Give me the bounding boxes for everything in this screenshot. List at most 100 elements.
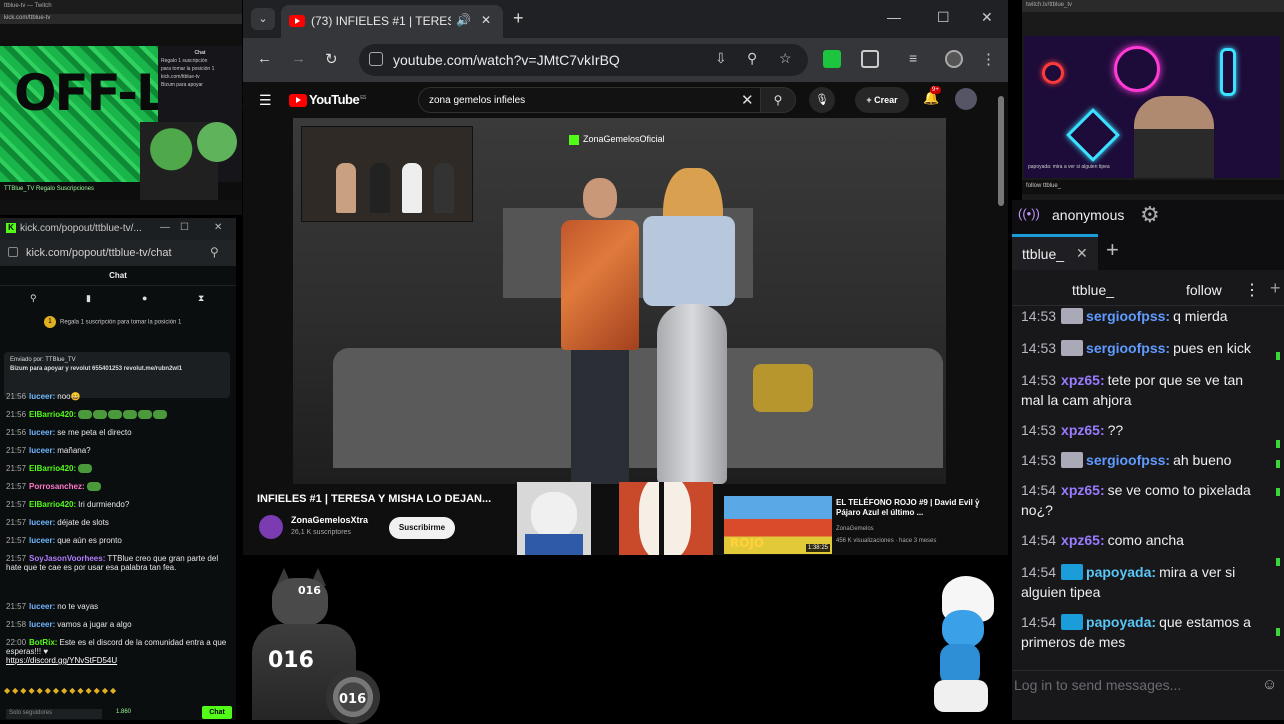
maximize-button[interactable]: ☐: [180, 222, 189, 233]
chat-input[interactable]: Log in to send messages... ☺: [1012, 670, 1284, 700]
chat-bubble-icon[interactable]: ●: [142, 293, 147, 303]
recommended-title[interactable]: EL TELÉFONO ROJO #9 | David Evil y Pájar…: [836, 498, 986, 518]
message-username[interactable]: xpz65:: [1061, 532, 1105, 548]
emote-bar[interactable]: ◆◆◆◆◆◆◆◆◆◆◆◆◆◆: [4, 686, 118, 695]
message-username[interactable]: sergioofpss:: [1086, 452, 1170, 468]
reading-list-icon[interactable]: ≡: [909, 50, 927, 68]
account-avatar[interactable]: [955, 88, 977, 110]
pin-icon[interactable]: ⚲: [30, 293, 37, 304]
message-username[interactable]: sergioofpss:: [1086, 340, 1170, 356]
back-arrow-icon[interactable]: ←: [257, 50, 272, 67]
bookmark-star-icon[interactable]: ☆: [779, 50, 792, 67]
profile-avatar[interactable]: [945, 50, 963, 68]
search-query[interactable]: zona gemelos infieles: [429, 95, 525, 106]
new-tab-button[interactable]: +: [513, 8, 524, 29]
tab-close-icon[interactable]: ✕: [481, 13, 491, 27]
kebab-menu-icon[interactable]: ⋮: [1244, 280, 1260, 300]
kick-send-button[interactable]: Chat: [202, 706, 232, 719]
message-username[interactable]: luceer:: [29, 392, 55, 401]
message-username[interactable]: xpz65:: [1061, 482, 1105, 498]
kebab-menu-icon[interactable]: ⋮: [981, 50, 999, 68]
create-button[interactable]: + Crear: [855, 87, 909, 113]
kick-url[interactable]: kick.com/popout/ttblue-tv/chat: [26, 247, 172, 259]
site-info-icon[interactable]: [8, 247, 18, 257]
hamburger-menu-icon[interactable]: ☰: [259, 92, 272, 109]
user-badge-icon: [1061, 340, 1084, 356]
message-username[interactable]: luceer:: [29, 518, 55, 527]
maximize-button[interactable]: ☐: [937, 9, 950, 26]
search-icon[interactable]: ⚲: [210, 245, 219, 259]
subscribe-button[interactable]: Suscribirme: [389, 517, 455, 539]
speaker-icon[interactable]: 🔊: [456, 13, 471, 27]
gift-icon[interactable]: ▮: [86, 293, 91, 304]
message-username[interactable]: luceer:: [29, 446, 55, 455]
youtube-logo-text[interactable]: YouTubeES: [309, 92, 366, 107]
discord-link[interactable]: https://discord.gg/YNvStFD54U: [6, 656, 117, 665]
tab-search-button[interactable]: ⌄: [251, 8, 275, 30]
chat-scrollbar[interactable]: [1276, 308, 1282, 668]
browser-tab-active[interactable]: (73) INFIELES #1 | TERESA Y 🔊 ✕: [281, 5, 503, 38]
add-tab-button[interactable]: +: [1106, 237, 1119, 263]
message-username[interactable]: ElBarrio420:: [29, 410, 76, 419]
close-button[interactable]: ✕: [981, 9, 993, 26]
message-username[interactable]: SoyJasonVoorhees:: [29, 554, 105, 563]
chat-input-placeholder[interactable]: Log in to send messages...: [1014, 677, 1181, 693]
add-split-icon[interactable]: +: [1270, 278, 1281, 299]
message-username[interactable]: papoyada:: [1086, 614, 1156, 630]
gear-icon[interactable]: ⚙: [1140, 202, 1160, 228]
close-button[interactable]: ✕: [214, 222, 222, 233]
message-username[interactable]: BotRix:: [29, 638, 57, 647]
kebab-menu-icon[interactable]: ⋮: [971, 496, 983, 510]
kick-chat-input[interactable]: Solo seguidores: [6, 709, 102, 719]
install-icon[interactable]: ⇩: [715, 50, 727, 67]
address-url[interactable]: youtube.com/watch?v=JMtC7vkIrBQ: [393, 52, 620, 68]
channel-avatar[interactable]: [259, 515, 283, 539]
recommended-thumbnail[interactable]: ROJO 1:38:25: [724, 496, 832, 554]
stream-video[interactable]: papoyada: mira a ver si alguien tipea: [1024, 36, 1280, 178]
reload-icon[interactable]: ↻: [325, 50, 338, 68]
emoji-icon[interactable]: ☺: [1262, 676, 1277, 693]
message-username[interactable]: luceer:: [29, 602, 55, 611]
site-settings-icon[interactable]: [369, 52, 383, 66]
zoom-icon[interactable]: ⚲: [747, 50, 757, 67]
search-button[interactable]: ⚲: [760, 87, 796, 113]
message-username[interactable]: ElBarrio420:: [29, 464, 76, 473]
message-username[interactable]: luceer:: [29, 620, 55, 629]
minimize-button[interactable]: —: [160, 222, 170, 233]
notifications-bell-icon[interactable]: 🔔 9+: [923, 86, 941, 106]
page-scrollbar[interactable]: [998, 96, 1004, 206]
extension-icon[interactable]: [823, 50, 841, 68]
tab-close-icon[interactable]: ✕: [1076, 245, 1088, 262]
kick-url-bar[interactable]: kick.com/popout/ttblue-tv/chat ⚲: [0, 240, 236, 266]
recommended-channel[interactable]: ZonaGemelos: [836, 526, 874, 532]
broadcast-icon: ((•)): [1018, 206, 1040, 221]
message-text: déjate de slots: [57, 518, 109, 527]
microphone-icon[interactable]: 🎙: [809, 87, 835, 113]
youtube-search-input[interactable]: zona gemelos infieles ✕: [418, 87, 784, 113]
message-username[interactable]: papoyada:: [1086, 564, 1156, 580]
forward-arrow-icon[interactable]: →: [291, 50, 306, 67]
message-username[interactable]: luceer:: [29, 536, 55, 545]
hourglass-icon[interactable]: ⧗: [198, 293, 204, 304]
message-username[interactable]: xpz65:: [1061, 372, 1105, 388]
message-time: 14:53: [1021, 452, 1057, 468]
message-username[interactable]: luceer:: [29, 428, 55, 437]
recommended-thumbnail[interactable]: [517, 482, 591, 555]
message-username[interactable]: sergioofpss:: [1086, 308, 1170, 324]
channel-name[interactable]: ZonaGemelosXtra: [291, 515, 368, 525]
message-username[interactable]: ElBarrio420:: [29, 500, 76, 509]
message-username[interactable]: xpz65:: [1061, 422, 1105, 438]
recommended-thumbnail[interactable]: [619, 482, 713, 555]
message-username[interactable]: Porrosanchez:: [29, 482, 85, 491]
message-text: vamos a jugar a algo: [57, 620, 132, 629]
follow-button[interactable]: follow: [1186, 282, 1222, 298]
minimize-button[interactable]: —: [887, 9, 901, 25]
video-player[interactable]: ZonaGemelosOficial: [293, 118, 946, 484]
gift-sub-banner[interactable]: 1 Regala 1 suscripción para tomar la posi…: [44, 316, 214, 328]
youtube-logo-icon[interactable]: [289, 94, 307, 107]
clear-search-icon[interactable]: ✕: [741, 91, 754, 109]
tab-ttblue[interactable]: ttblue_ ✕: [1012, 234, 1098, 270]
extensions-puzzle-icon[interactable]: [861, 50, 879, 68]
address-bar[interactable]: youtube.com/watch?v=JMtC7vkIrBQ ⇩ ⚲ ☆: [359, 44, 808, 76]
channel-points[interactable]: 1.860: [116, 709, 131, 715]
